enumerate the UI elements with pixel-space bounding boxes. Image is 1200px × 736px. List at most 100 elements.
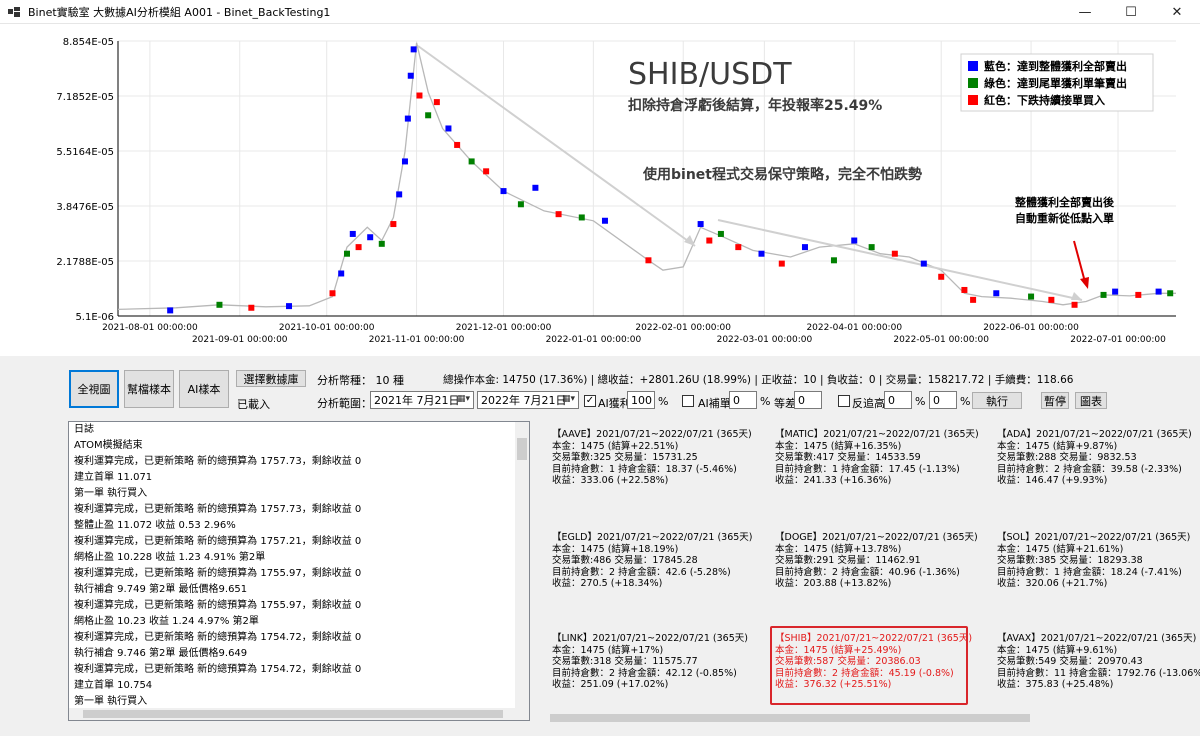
result-card-line: 目前持倉數：1 持倉金額：18.37 (-5.46%) <box>552 463 737 475</box>
trade-marker <box>1167 290 1174 297</box>
trade-marker <box>920 260 927 267</box>
trade-marker <box>338 270 345 277</box>
minimize-button[interactable]: — <box>1062 0 1108 24</box>
x-tick-label: 2022-05-01 00:00:00 <box>893 335 989 345</box>
result-card-line: 本金：1475 (結算+18.19%) <box>552 543 679 555</box>
calendar-icon[interactable]: ▦▾ <box>457 394 471 406</box>
result-card-line: 收益：203.88 (+13.82%) <box>775 578 892 589</box>
log-vertical-scrollbar[interactable] <box>515 422 529 720</box>
trade-marker <box>970 296 977 303</box>
title-bar: Binet實驗室 大數據AI分析模組 A001 - Binet_BackTest… <box>0 0 1200 24</box>
log-lines: 日誌 ATOM模擬結束 複利運算完成，已更新策略 新的總預算為 1757.73，剩餘… <box>69 422 529 720</box>
x-tick-label: 2022-02-01 00:00:00 <box>635 323 731 333</box>
log-line: 複利運算完成，已更新策略 新的總預算為 1755.97，剩餘收益 0 <box>74 568 362 579</box>
trade-marker <box>500 188 507 195</box>
log-line: 複利運算完成，已更新策略 新的總預算為 1754.72，剩餘收益 0 <box>74 664 362 675</box>
result-card-line: 目前持倉數：2 持倉金額：42.12 (-0.85%) <box>552 667 737 679</box>
arrow-annotation: 整體獲利全部賣出後 <box>1014 195 1115 209</box>
reverse-chase-input-1[interactable]: 0 <box>884 391 912 409</box>
x-tick-label: 2022-07-01 00:00:00 <box>1070 335 1166 345</box>
date-from-value: 2021年 7月21日 <box>374 394 460 407</box>
trade-marker <box>601 217 608 224</box>
chart-subtitle: 扣除持倉浮虧後結算，年投報率25.49% <box>628 97 882 114</box>
trade-marker <box>758 250 765 257</box>
chart-button[interactable]: 圖表 <box>1075 392 1107 409</box>
result-card-title: 【EGLD】2021/07/21~2022/07/21 (365天) <box>552 532 753 543</box>
ai-sample-button[interactable]: AI樣本 <box>179 370 229 408</box>
log-panel[interactable]: 日誌 ATOM模擬結束 複利運算完成，已更新策略 新的總預算為 1757.73，剩餘… <box>68 421 530 721</box>
reverse-chase-input-2[interactable]: 0 <box>929 391 957 409</box>
log-line: 網格止盈 10.23 收益 1.24 4.97% 第2單 <box>74 616 259 627</box>
trade-marker <box>578 214 585 221</box>
log-line: 複利運算完成，已更新策略 新的總預算為 1755.97，剩餘收益 0 <box>74 600 362 611</box>
result-card-line: 本金：1475 (結算+13.78%) <box>775 543 902 555</box>
help-sample-button[interactable]: 幫檔樣本 <box>124 370 174 408</box>
chart-title: SHIB/USDT <box>628 57 792 92</box>
y-tick-label: 3.8476E-05 <box>56 202 114 213</box>
highlight-frame <box>770 626 968 705</box>
result-card: 【ADA】2021/07/21~2022/07/21 (365天) 本金：1475… <box>997 429 1192 487</box>
select-database-button[interactable]: 選擇數據庫 <box>236 370 306 387</box>
reverse-chase-label: 反追高 <box>852 397 885 410</box>
legend-label: 藍色：達到整體獲利全部賣出 <box>984 59 1127 73</box>
result-card-line: 收益：375.83 (+25.48%) <box>997 679 1114 690</box>
trend-arrow-head <box>1071 292 1082 300</box>
result-card-line: 本金：1475 (結算+21.61%) <box>997 543 1124 555</box>
app-icon <box>8 6 20 17</box>
result-card-line: 交易筆數:291 交易量：11462.91 <box>775 555 921 566</box>
reverse-chase-checkbox[interactable] <box>838 395 850 407</box>
ai-fill-input[interactable]: 0 <box>729 391 757 409</box>
log-line: 複利運算完成，已更新策略 新的總預算為 1757.21，剩餘收益 0 <box>74 536 362 547</box>
loaded-status: 已載入 <box>237 398 270 411</box>
y-tick-label: 7.1852E-05 <box>56 92 114 103</box>
trade-marker <box>425 112 432 119</box>
result-card-line: 目前持倉數：2 持倉金額：40.96 (-1.36%) <box>775 566 960 578</box>
log-horizontal-scrollbar[interactable] <box>69 708 517 720</box>
y-tick-label: 5.5164E-05 <box>56 147 114 158</box>
trade-marker <box>355 244 362 251</box>
date-from-picker[interactable]: 2021年 7月21日 ▦▾ <box>370 391 474 409</box>
percent-label: % <box>658 395 669 408</box>
trade-marker <box>396 191 403 198</box>
equal-diff-input[interactable]: 0 <box>794 391 822 409</box>
pairs-count: 分析幣種： 10 種 <box>317 374 404 387</box>
results-horizontal-scrollbar[interactable] <box>534 711 1200 725</box>
summary-stats: 總操作本金: 14750 (17.36%) | 總收益：+2801.26U (1… <box>443 374 1074 386</box>
result-card-line: 收益：241.33 (+16.36%) <box>775 475 892 486</box>
ai-profit-label: AI獲利 <box>598 397 631 410</box>
window-title: Binet實驗室 大數據AI分析模組 A001 - Binet_BackTest… <box>28 5 331 19</box>
log-line: 第一單 執行買入 <box>74 488 148 499</box>
result-card-line: 收益：146.47 (+9.93%) <box>997 475 1108 486</box>
date-to-picker[interactable]: 2022年 7月21日 ▦▾ <box>477 391 579 409</box>
log-line: 複利運算完成，已更新策略 新的總預算為 1757.73，剩餘收益 0 <box>74 456 362 467</box>
x-tick-label: 2021-12-01 00:00:00 <box>456 323 552 333</box>
result-card-line: 交易筆數:325 交易量：15731.25 <box>552 452 698 463</box>
app-window: Binet實驗室 大數據AI分析模組 A001 - Binet_BackTest… <box>0 0 1200 736</box>
log-line: 整體止盈 11.072 收益 0.53 2.96% <box>74 520 236 531</box>
ai-profit-input[interactable]: 100 <box>627 391 655 409</box>
pause-button[interactable]: 暫停 <box>1041 392 1069 409</box>
overview-button[interactable]: 全視圖 <box>69 370 119 408</box>
run-button[interactable]: 執行 <box>972 392 1022 409</box>
ai-fill-checkbox[interactable] <box>682 395 694 407</box>
trade-marker <box>1100 291 1107 298</box>
result-card-title: 【AAVE】2021/07/21~2022/07/21 (365天) <box>552 429 752 440</box>
trade-marker <box>390 221 397 228</box>
trade-marker <box>416 92 423 99</box>
trade-marker <box>891 250 898 257</box>
result-card: 【DOGE】2021/07/21~2022/07/21 (365天) 本金：147… <box>775 532 978 590</box>
result-card-title: 【AVAX】2021/07/21~2022/07/21 (365天) <box>997 633 1197 644</box>
close-button[interactable]: ✕ <box>1154 0 1200 24</box>
trade-marker <box>468 158 475 165</box>
x-tick-label: 2021-10-01 00:00:00 <box>279 323 375 333</box>
calendar-icon[interactable]: ▦▾ <box>562 394 576 406</box>
result-card: 【EGLD】2021/07/21~2022/07/21 (365天) 本金：147… <box>552 532 753 590</box>
trade-marker <box>532 184 539 191</box>
result-card-title: 【DOGE】2021/07/21~2022/07/21 (365天) <box>775 532 978 543</box>
result-card-line: 交易筆數:417 交易量：14533.59 <box>775 452 921 463</box>
ai-profit-checkbox[interactable]: ✓ <box>584 395 596 407</box>
maximize-button[interactable]: ☐ <box>1108 0 1154 24</box>
range-label: 分析範圍： <box>317 397 372 410</box>
log-line: 複利運算完成，已更新策略 新的總預算為 1754.72，剩餘收益 0 <box>74 632 362 643</box>
trade-marker <box>454 141 461 148</box>
